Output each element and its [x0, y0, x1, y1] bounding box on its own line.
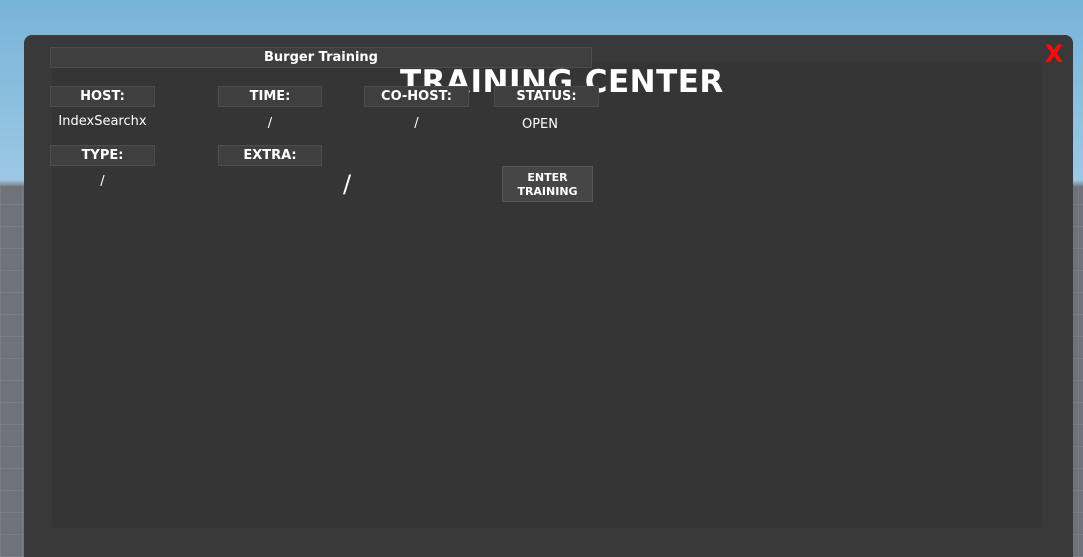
host-value: IndexSearchx — [58, 114, 147, 129]
type-value: / — [100, 174, 105, 189]
host-label: HOST: — [50, 86, 155, 107]
time-label: TIME: — [218, 86, 322, 107]
enter-training-line1: ENTER — [527, 171, 568, 184]
game-viewport: TRAINING CENTER X Burger Training HOST: … — [0, 0, 1083, 557]
type-label: TYPE: — [50, 145, 155, 166]
status-value: OPEN — [521, 117, 558, 132]
cohost-value: / — [414, 116, 419, 131]
cohost-label: CO-HOST: — [364, 86, 469, 107]
close-button[interactable]: X — [1041, 40, 1067, 68]
extra-value: / — [342, 170, 352, 198]
extra-label: EXTRA: — [218, 145, 322, 166]
training-title-bar: Burger Training — [50, 47, 592, 68]
time-value: / — [267, 116, 273, 131]
enter-training-button[interactable]: ENTER TRAINING — [502, 166, 593, 202]
enter-training-line2: TRAINING — [517, 185, 578, 198]
status-label: STATUS: — [494, 86, 599, 107]
